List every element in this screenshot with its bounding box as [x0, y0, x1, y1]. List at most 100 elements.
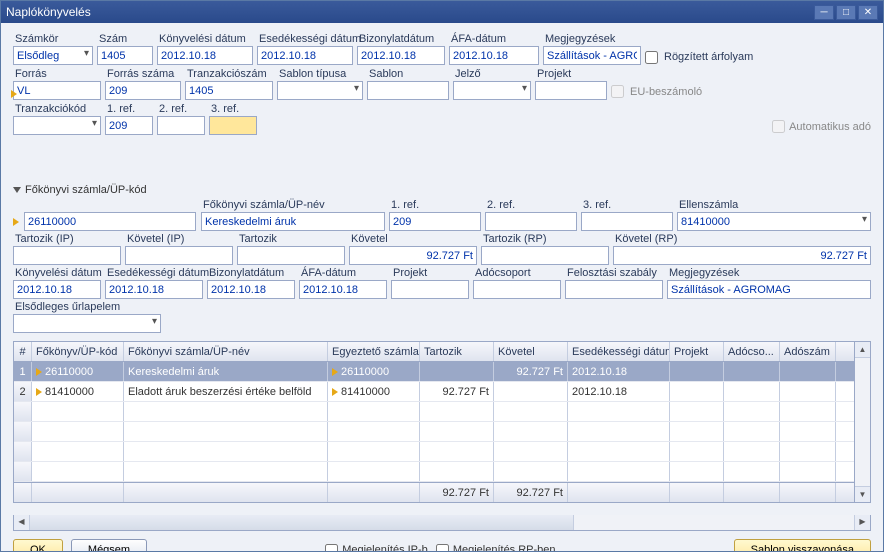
projekt-input[interactable]: [535, 81, 607, 100]
fk-kod-input[interactable]: [24, 212, 196, 231]
cell-tart[interactable]: 92.727 Ft: [420, 382, 494, 401]
tart-ip-input[interactable]: [13, 246, 121, 265]
cell-kov[interactable]: [494, 382, 568, 401]
d-esed-datum-input[interactable]: [105, 280, 203, 299]
col-kod[interactable]: Főkönyv/ÜP-kód: [32, 342, 124, 361]
megj-input[interactable]: [543, 46, 641, 65]
ref1-input[interactable]: [105, 116, 153, 135]
kov-ip-input[interactable]: [125, 246, 233, 265]
close-button[interactable]: ✕: [858, 5, 878, 20]
label-d-ref2: 2. ref.: [485, 199, 577, 211]
szam-input[interactable]: [97, 46, 153, 65]
jelzo-select[interactable]: [453, 81, 531, 100]
cell-adocs[interactable]: [724, 382, 780, 401]
tranz-kod-select[interactable]: [13, 116, 101, 135]
ellen-select[interactable]: [677, 212, 871, 231]
rogz-arfolyam-checkbox[interactable]: [645, 51, 658, 64]
forras-szama-input[interactable]: [105, 81, 181, 100]
d-megj-input[interactable]: [667, 280, 871, 299]
label-forras: Forrás: [13, 68, 101, 80]
d-konyv-datum-input[interactable]: [13, 280, 101, 299]
d-ref2-input[interactable]: [485, 212, 577, 231]
maximize-button[interactable]: □: [836, 5, 856, 20]
kov-rp-input[interactable]: [613, 246, 871, 265]
scroll-left-icon[interactable]: ◀: [14, 515, 30, 530]
adocsop-input[interactable]: [473, 280, 561, 299]
afa-datum-input[interactable]: [449, 46, 539, 65]
d-projekt-input[interactable]: [391, 280, 469, 299]
esed-datum-input[interactable]: [257, 46, 353, 65]
cell-nev[interactable]: Kereskedelmi áruk: [124, 362, 328, 381]
auto-ado-checkbox: [772, 120, 785, 133]
d-ref3-input[interactable]: [581, 212, 673, 231]
sablon-input[interactable]: [367, 81, 449, 100]
label-d-afa-datum: ÁFA-dátum: [299, 267, 387, 279]
tranz-szam-input[interactable]: [185, 81, 273, 100]
cell-kod[interactable]: 81410000: [32, 382, 124, 401]
cancel-button[interactable]: Mégsem: [71, 539, 147, 551]
kov-input[interactable]: [349, 246, 477, 265]
col-esed[interactable]: Esedékességi dátum: [568, 342, 670, 361]
link-arrow-icon: [332, 368, 338, 376]
minimize-button[interactable]: ─: [814, 5, 834, 20]
footer: OK Mégsem Megjelenítés IP-b Megjelenítés…: [13, 531, 871, 551]
ref2-input[interactable]: [157, 116, 205, 135]
scroll-right-icon[interactable]: ▶: [854, 515, 870, 530]
cell-proj[interactable]: [670, 362, 724, 381]
cell-adocs[interactable]: [724, 362, 780, 381]
cell-kod[interactable]: 26110000: [32, 362, 124, 381]
header-row-1: Számkör Szám Könyvelési dátum Esedékessé…: [13, 33, 871, 66]
felosz-input[interactable]: [565, 280, 663, 299]
fk-nev-input[interactable]: [201, 212, 385, 231]
label-d-megj: Megjegyzések: [667, 267, 871, 279]
label-konyv-datum: Könyvelési dátum: [157, 33, 253, 45]
label-biz-datum: Bizonylatdátum: [357, 33, 445, 45]
sablon-visszavonasa-button[interactable]: Sablon visszavonása: [734, 539, 871, 551]
ref3-input[interactable]: [209, 116, 257, 135]
label-sablon: Sablon: [367, 68, 449, 80]
table-row[interactable]: 281410000Eladott áruk beszerzési értéke …: [14, 382, 854, 402]
col-adocs[interactable]: Adócso...: [724, 342, 780, 361]
cell-esed[interactable]: 2012.10.18: [568, 382, 670, 401]
cell-tart[interactable]: [420, 362, 494, 381]
biz-datum-input[interactable]: [357, 46, 445, 65]
col-nev[interactable]: Főkönyvi számla/ÜP-név: [124, 342, 328, 361]
megj-ip-checkbox[interactable]: [325, 544, 338, 552]
cell-egy[interactable]: 26110000: [328, 362, 420, 381]
tart-rp-input[interactable]: [481, 246, 609, 265]
cell-adosz[interactable]: [780, 382, 836, 401]
hscroll[interactable]: ◀ ▶: [13, 515, 871, 531]
tart-input[interactable]: [237, 246, 345, 265]
cell-egy[interactable]: 81410000: [328, 382, 420, 401]
label-elsodl-urlap: Elsődleges űrlapelem: [13, 301, 161, 313]
megj-rp-checkbox[interactable]: [436, 544, 449, 552]
konyv-datum-input[interactable]: [157, 46, 253, 65]
d-biz-datum-input[interactable]: [207, 280, 295, 299]
scroll-up-icon[interactable]: ▲: [855, 342, 870, 358]
cell-proj[interactable]: [670, 382, 724, 401]
cell-adosz[interactable]: [780, 362, 836, 381]
table-row[interactable]: 126110000Kereskedelmi áruk2611000092.727…: [14, 362, 854, 382]
col-tart[interactable]: Tartozik: [420, 342, 494, 361]
ok-button[interactable]: OK: [13, 539, 63, 551]
col-kov[interactable]: Követel: [494, 342, 568, 361]
d-afa-datum-input[interactable]: [299, 280, 387, 299]
label-tranz-kod: Tranzakciókód: [13, 103, 101, 115]
cell-kov[interactable]: 92.727 Ft: [494, 362, 568, 381]
elsodl-urlap-select[interactable]: [13, 314, 161, 333]
col-proj[interactable]: Projekt: [670, 342, 724, 361]
label-megj: Megjegyzések: [543, 33, 641, 45]
col-num[interactable]: #: [14, 342, 32, 361]
cell-nev[interactable]: Eladott áruk beszerzési értéke belföld: [124, 382, 328, 401]
section-header[interactable]: Főkönyvi számla/ÜP-kód: [13, 184, 871, 196]
forras-input[interactable]: [13, 81, 101, 100]
scroll-down-icon[interactable]: ▼: [855, 486, 870, 502]
szamkor-select[interactable]: [13, 46, 93, 65]
cell-esed[interactable]: 2012.10.18: [568, 362, 670, 381]
hscroll-thumb[interactable]: [30, 515, 574, 530]
grid-vscroll[interactable]: ▲ ▼: [854, 342, 870, 502]
sablon-tip-select[interactable]: [277, 81, 363, 100]
col-egy[interactable]: Egyeztető számla: [328, 342, 420, 361]
d-ref1-input[interactable]: [389, 212, 481, 231]
col-adosz[interactable]: Adószám: [780, 342, 836, 361]
